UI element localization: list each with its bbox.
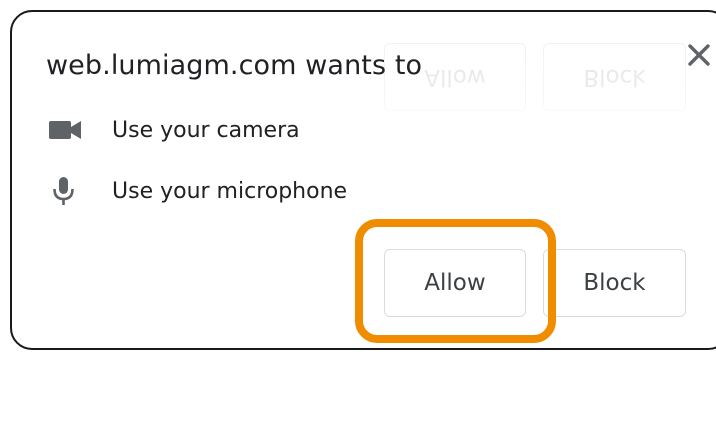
- dialog-title: web.lumiagm.com wants to: [46, 50, 423, 81]
- close-icon: [688, 44, 710, 66]
- permission-camera-label: Use your camera: [112, 117, 300, 143]
- permission-microphone: Use your microphone: [48, 174, 347, 208]
- block-button[interactable]: Block: [543, 249, 686, 317]
- microphone-icon: [48, 176, 84, 206]
- allow-button[interactable]: Allow: [384, 249, 526, 317]
- permission-camera: Use your camera: [48, 113, 300, 147]
- screen: web.lumiagm.com wants to Use your camera…: [0, 0, 716, 442]
- permission-microphone-label: Use your microphone: [112, 178, 348, 204]
- camera-icon: [48, 115, 84, 145]
- close-button[interactable]: [682, 38, 716, 72]
